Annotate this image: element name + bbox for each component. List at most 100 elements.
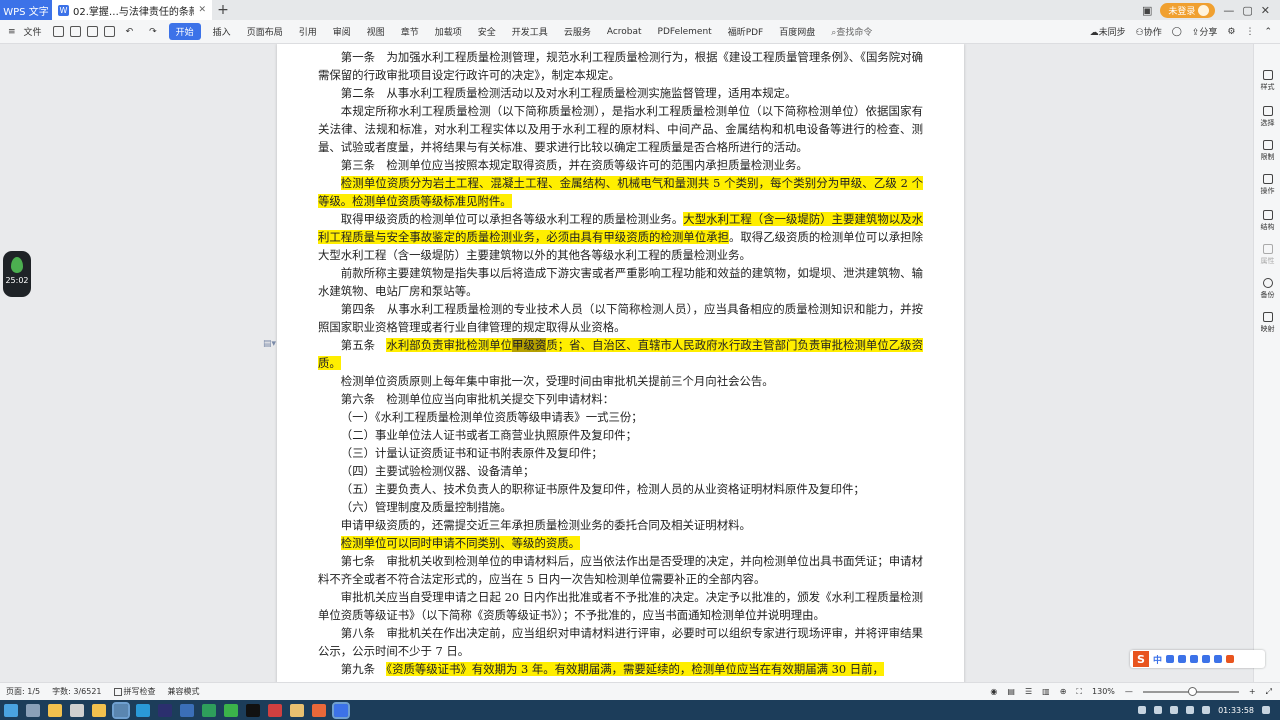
document-page[interactable]: 第一条 为加强水利工程质量检测管理，规范水利工程质量检测行为，根据《建设工程质量… — [277, 44, 964, 682]
spell-check-toggle[interactable]: 拼写检查 — [113, 686, 156, 697]
sidebar-item-properties[interactable]: 属性 — [1254, 244, 1280, 266]
share-button[interactable]: ⇪分享 — [1192, 25, 1218, 38]
document-body[interactable]: 第一条 为加强水利工程质量检测管理，规范水利工程质量检测行为，根据《建设工程质量… — [318, 48, 923, 678]
premiere-icon[interactable] — [158, 703, 172, 717]
sync-status[interactable]: ☁未同步 — [1090, 25, 1126, 38]
sidebar-item-operate[interactable]: 操作 — [1254, 174, 1280, 196]
tab-baidu[interactable]: 百度网盘 — [771, 25, 823, 38]
fullscreen-icon[interactable]: ⤢ — [1266, 687, 1272, 697]
redo-icon[interactable]: ↷ — [141, 27, 165, 37]
tiktok-icon[interactable] — [246, 703, 260, 717]
settings-icon[interactable]: ⚙ — [1227, 27, 1235, 37]
network-icon[interactable] — [1170, 706, 1179, 714]
mic-icon[interactable] — [1178, 655, 1187, 663]
sidebar-item-select[interactable]: 选择 — [1254, 106, 1280, 128]
tab-start[interactable]: 开始 — [168, 23, 201, 40]
tab-insert[interactable]: 插入 — [205, 25, 239, 38]
punctuation-icon[interactable] — [1166, 655, 1175, 663]
wps-home-tab[interactable]: WPS 文字 — [0, 0, 52, 20]
wechat-icon[interactable] — [224, 703, 238, 717]
tab-section[interactable]: 章节 — [393, 25, 427, 38]
export-pdf-icon[interactable] — [86, 26, 98, 37]
window-layout-icon[interactable]: ▣ — [1142, 4, 1152, 17]
skin-icon[interactable] — [1202, 655, 1211, 663]
task-view-icon[interactable] — [26, 703, 40, 717]
document-canvas[interactable]: 第一条 为加强水利工程质量检测管理，规范水利工程质量检测行为，根据《建设工程质量… — [0, 44, 1253, 682]
tab-addins[interactable]: 加载项 — [427, 25, 470, 38]
zoom-slider[interactable] — [1142, 686, 1239, 696]
tab-developer[interactable]: 开发工具 — [504, 25, 556, 38]
page-view-icon[interactable]: ▤ — [1007, 687, 1015, 696]
tab-pdfelement[interactable]: PDFelement — [650, 27, 720, 37]
print-preview-icon[interactable] — [103, 26, 115, 37]
ime-menu-icon[interactable] — [1226, 655, 1235, 663]
tab-acrobat[interactable]: Acrobat — [599, 27, 650, 37]
start-icon[interactable] — [4, 703, 18, 717]
volume-icon[interactable] — [1186, 706, 1195, 714]
tray-icon[interactable] — [1154, 706, 1163, 714]
undo-icon[interactable]: ↶ — [118, 27, 142, 37]
toolbox-icon[interactable] — [1214, 655, 1223, 663]
save-icon[interactable] — [52, 26, 64, 37]
sidebar-item-backup[interactable]: 备份 — [1254, 278, 1280, 300]
search-command[interactable]: ⌕查找命令 — [823, 25, 880, 38]
read-view-icon[interactable]: ▥ — [1042, 687, 1050, 696]
close-window-button[interactable]: ✕ — [1261, 4, 1270, 17]
close-tab-icon[interactable]: ✕ — [198, 5, 206, 15]
sidebar-item-restrict[interactable]: 限制 — [1254, 140, 1280, 162]
sidebar-item-map[interactable]: 映射 — [1254, 312, 1280, 334]
sidebar-item-style[interactable]: 样式 — [1254, 70, 1280, 92]
clock[interactable]: 01:33:58 — [1218, 706, 1254, 715]
notes-icon[interactable] — [290, 703, 304, 717]
keyboard-icon[interactable] — [1190, 655, 1199, 663]
ime-tray-icon[interactable] — [1202, 706, 1211, 714]
login-button[interactable]: 未登录 — [1160, 2, 1216, 18]
web-view-icon[interactable]: ⊕ — [1060, 687, 1067, 696]
comment-icon[interactable]: ◯ — [1172, 27, 1182, 37]
maximize-button[interactable]: ▢ — [1242, 4, 1252, 17]
tab-cloud[interactable]: 云服务 — [556, 25, 599, 38]
compat-mode[interactable]: 兼容模式 — [168, 686, 200, 697]
minimize-button[interactable]: — — [1223, 4, 1234, 17]
page-indicator[interactable]: 页面: 1/5 — [6, 686, 40, 697]
new-tab-button[interactable]: + — [212, 2, 234, 18]
fit-icon[interactable]: ⛶ — [1076, 687, 1082, 697]
more-icon[interactable]: ⋮ — [1245, 27, 1254, 37]
print-icon[interactable] — [69, 26, 81, 37]
folder-icon[interactable] — [92, 703, 106, 717]
zoom-out-button[interactable]: — — [1125, 687, 1133, 696]
file-menu[interactable]: 文件 — [24, 25, 50, 38]
sidebar-item-structure[interactable]: 结构 — [1254, 210, 1280, 232]
document-tab[interactable]: W 02.掌握…与法律责任的条款. ✕ — [52, 0, 212, 20]
wps-writer-icon[interactable] — [332, 701, 350, 719]
word-count[interactable]: 字数: 3/6521 — [52, 686, 101, 697]
ime-toolbar[interactable]: S 中 — [1130, 650, 1265, 668]
word-icon[interactable] — [180, 703, 194, 717]
outline-view-icon[interactable]: ☰ — [1025, 687, 1032, 696]
timer-widget[interactable]: 25:02 — [3, 251, 31, 297]
tab-security[interactable]: 安全 — [470, 25, 504, 38]
notification-icon[interactable] — [1262, 706, 1270, 714]
tab-view[interactable]: 视图 — [359, 25, 393, 38]
edge-icon[interactable] — [136, 703, 150, 717]
tab-foxit[interactable]: 福昕PDF — [720, 25, 772, 38]
tab-page-layout[interactable]: 页面布局 — [239, 25, 291, 38]
paragraph-handle-icon[interactable]: ▤▾ — [263, 339, 276, 349]
camera-app-icon[interactable] — [70, 703, 84, 717]
tab-references[interactable]: 引用 — [291, 25, 325, 38]
wps-pdf-icon[interactable] — [312, 703, 326, 717]
eye-protect-icon[interactable]: ◉ — [990, 687, 997, 696]
zoom-slider-handle[interactable] — [1187, 686, 1197, 696]
collab-button[interactable]: ⚇协作 — [1136, 25, 1162, 38]
collapse-ribbon-icon[interactable]: ⌃ — [1264, 27, 1272, 37]
hamburger-icon[interactable]: ≡ — [0, 27, 24, 37]
tab-review[interactable]: 审阅 — [325, 25, 359, 38]
tray-icon[interactable] — [1138, 706, 1147, 714]
zoom-in-button[interactable]: + — [1249, 687, 1256, 696]
file-explorer-icon[interactable] — [48, 703, 62, 717]
ime-mode[interactable]: 中 — [1153, 653, 1162, 666]
active-window-icon[interactable] — [112, 701, 130, 719]
excel-icon[interactable] — [202, 703, 216, 717]
app-icon[interactable] — [268, 703, 282, 717]
zoom-level[interactable]: 130% — [1092, 687, 1115, 696]
